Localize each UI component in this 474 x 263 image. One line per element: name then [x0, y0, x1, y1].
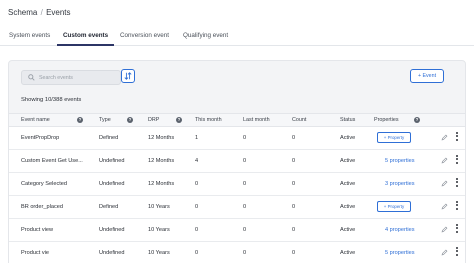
- breadcrumb-separator: /: [40, 8, 43, 17]
- col-drp[interactable]: DRP: [148, 117, 159, 123]
- type-cell: Undefined: [99, 250, 125, 256]
- count-cell: 0: [292, 204, 296, 210]
- count-cell: 0: [292, 158, 296, 164]
- more-options-icon[interactable]: [455, 132, 459, 143]
- col-last-month[interactable]: Last month: [243, 117, 270, 123]
- this-month-cell: 4: [195, 158, 199, 164]
- status-cell: Active: [340, 227, 356, 233]
- status-cell: Active: [340, 250, 356, 256]
- type-cell: Undefined: [99, 158, 125, 164]
- event-name-cell[interactable]: EventPropDrop: [21, 135, 95, 141]
- tab-system-events[interactable]: System events: [9, 32, 50, 39]
- drp-cell: 10 Years: [148, 204, 170, 210]
- type-cell: Undefined: [99, 227, 125, 233]
- event-name-cell[interactable]: Product view: [21, 227, 95, 233]
- edit-icon[interactable]: [441, 203, 448, 210]
- status-cell: Active: [340, 158, 356, 164]
- event-name-info-icon[interactable]: ?: [77, 117, 83, 123]
- search-placeholder: Search events: [39, 75, 73, 81]
- count-cell: 0: [292, 135, 296, 141]
- this-month-cell: 0: [195, 181, 199, 187]
- tab-qualifying-event[interactable]: Qualifying event: [183, 32, 228, 39]
- more-options-icon[interactable]: [455, 178, 459, 189]
- last-month-cell: 0: [243, 181, 247, 187]
- table-toolbar: Search events + Event: [9, 61, 465, 91]
- last-month-cell: 0: [243, 227, 247, 233]
- edit-icon[interactable]: [441, 249, 448, 256]
- search-icon: [28, 74, 35, 81]
- last-month-cell: 0: [243, 135, 247, 141]
- showing-count: Showing 10/388 events: [21, 97, 82, 103]
- more-options-icon[interactable]: [455, 201, 459, 212]
- edit-icon[interactable]: [441, 157, 448, 164]
- this-month-cell: 1: [195, 135, 199, 141]
- table-row[interactable]: Product view Undefined 10 Years 0 0 0 Active 4 …: [9, 219, 465, 242]
- active-tab-indicator: [57, 44, 114, 46]
- drp-info-icon[interactable]: ?: [176, 117, 182, 123]
- event-name-cell[interactable]: Custom Event Get Use...: [21, 158, 95, 164]
- table-body: EventPropDrop Defined 12 Months 1 0 0 Active + …: [9, 127, 465, 263]
- table-row[interactable]: Custom Event Get Use... Undefined 12 Month…: [9, 150, 465, 173]
- edit-icon[interactable]: [441, 180, 448, 187]
- last-month-cell: 0: [243, 204, 247, 210]
- properties-link[interactable]: 4 properties: [385, 227, 415, 233]
- breadcrumb-current: Events: [46, 8, 71, 17]
- add-event-button[interactable]: + Event: [410, 69, 444, 83]
- drp-cell: 10 Years: [148, 250, 170, 256]
- drp-cell: 10 Years: [148, 227, 170, 233]
- events-card: Search events + Event Showing 10/388 eve…: [8, 60, 466, 263]
- properties-link[interactable]: 3 properties: [385, 181, 415, 187]
- this-month-cell: 0: [195, 227, 199, 233]
- search-input[interactable]: Search events: [21, 70, 121, 85]
- col-properties[interactable]: Properties: [374, 117, 399, 123]
- this-month-cell: 0: [195, 250, 199, 256]
- sort-button[interactable]: [121, 69, 135, 83]
- type-cell: Defined: [99, 204, 119, 210]
- type-info-icon[interactable]: ?: [127, 117, 133, 123]
- count-cell: 0: [292, 181, 296, 187]
- col-count[interactable]: Count: [292, 117, 306, 123]
- this-month-cell: 0: [195, 204, 199, 210]
- properties-info-icon[interactable]: ?: [414, 117, 420, 123]
- edit-icon[interactable]: [441, 134, 448, 141]
- more-options-icon[interactable]: [455, 224, 459, 235]
- event-name-cell[interactable]: Product vie: [21, 250, 95, 256]
- count-cell: 0: [292, 250, 296, 256]
- col-type[interactable]: Type: [99, 117, 111, 123]
- tab-custom-events[interactable]: Custom events: [63, 32, 108, 39]
- drp-cell: 12 Months: [148, 181, 175, 187]
- event-name-cell[interactable]: BR order_placed: [21, 204, 95, 210]
- type-cell: Undefined: [99, 181, 125, 187]
- tab-conversion-event[interactable]: Conversion event: [120, 32, 169, 39]
- col-status[interactable]: Status: [340, 117, 355, 123]
- table-row[interactable]: Category Selected Undefined 12 Months 0 0 0 Ac…: [9, 173, 465, 196]
- add-property-button[interactable]: + Property: [377, 132, 411, 143]
- table-header: Event name ? Type ? DRP ? This month Las…: [9, 113, 465, 127]
- table-row[interactable]: EventPropDrop Defined 12 Months 1 0 0 Active + …: [9, 127, 465, 150]
- drp-cell: 12 Months: [148, 158, 175, 164]
- breadcrumb-parent[interactable]: Schema: [8, 8, 37, 17]
- last-month-cell: 0: [243, 158, 247, 164]
- status-cell: Active: [340, 135, 356, 141]
- status-cell: Active: [340, 181, 356, 187]
- col-this-month[interactable]: This month: [195, 117, 222, 123]
- edit-icon[interactable]: [441, 226, 448, 233]
- table-row[interactable]: Product vie Undefined 10 Years 0 0 0 Active 5 p…: [9, 242, 465, 263]
- breadcrumb: Schema / Events: [8, 8, 71, 17]
- drp-cell: 12 Months: [148, 135, 175, 141]
- sort-icon: [124, 72, 132, 80]
- status-cell: Active: [340, 204, 356, 210]
- col-event-name[interactable]: Event name: [21, 117, 50, 123]
- count-cell: 0: [292, 227, 296, 233]
- event-name-cell[interactable]: Category Selected: [21, 181, 95, 187]
- more-options-icon[interactable]: [455, 247, 459, 258]
- properties-link[interactable]: 5 properties: [385, 158, 415, 164]
- add-property-button[interactable]: + Property: [377, 201, 411, 212]
- properties-link[interactable]: 5 properties: [385, 250, 415, 256]
- last-month-cell: 0: [243, 250, 247, 256]
- type-cell: Defined: [99, 135, 119, 141]
- table-row[interactable]: BR order_placed Defined 10 Years 0 0 0 Active +…: [9, 196, 465, 219]
- more-options-icon[interactable]: [455, 155, 459, 166]
- event-tabs: System events Custom events Conversion e…: [0, 27, 474, 46]
